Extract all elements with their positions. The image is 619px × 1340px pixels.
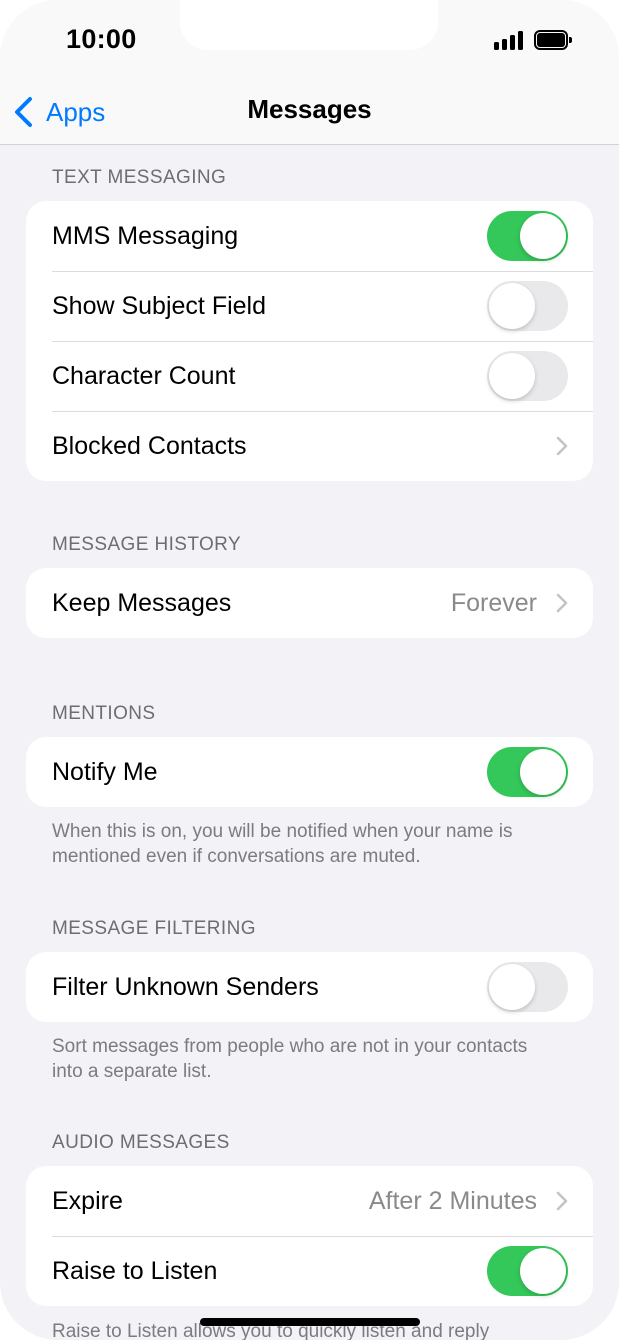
group-message-filtering: Filter Unknown Senders	[26, 952, 593, 1022]
section-header-message-filtering: MESSAGE FILTERING	[52, 918, 256, 939]
row-character-count: Character Count	[26, 341, 593, 411]
row-label: Filter Unknown Senders	[52, 972, 319, 1001]
chevron-right-icon	[556, 436, 568, 456]
section-footer-message-filtering: Sort messages from people who are not in…	[52, 1036, 528, 1082]
group-mentions: Notify Me	[26, 737, 593, 807]
section-header-mentions: MENTIONS	[52, 703, 156, 724]
navigation-bar: Apps Messages	[0, 80, 619, 145]
character-count-toggle[interactable]	[487, 351, 568, 401]
row-value: Forever	[450, 588, 537, 617]
notify-me-toggle[interactable]	[487, 747, 568, 797]
row-expire[interactable]: Expire After 2 Minutes	[26, 1166, 593, 1236]
section-footer-mentions: When this is on, you will be notified wh…	[52, 821, 513, 867]
row-label: Expire	[52, 1186, 123, 1215]
group-audio-messages: Expire After 2 Minutes Raise to Listen	[26, 1166, 593, 1306]
home-indicator[interactable]	[200, 1318, 420, 1326]
filter-unknown-senders-toggle[interactable]	[487, 962, 568, 1012]
row-label: Character Count	[52, 361, 236, 390]
signal-icon	[494, 30, 524, 50]
device-screen: 10:00 Apps Messages TEXT MESSAGING MMS M…	[0, 0, 619, 1340]
section-header-text-messaging: TEXT MESSAGING	[52, 167, 227, 188]
show-subject-field-toggle[interactable]	[487, 281, 568, 331]
row-raise-to-listen: Raise to Listen	[26, 1236, 593, 1306]
row-label: Notify Me	[52, 757, 158, 786]
page-title: Messages	[247, 94, 372, 124]
row-notify-me: Notify Me	[26, 737, 593, 807]
row-label: Show Subject Field	[52, 291, 267, 320]
chevron-right-icon	[556, 1191, 568, 1211]
mms-messaging-toggle[interactable]	[487, 211, 568, 261]
battery-icon	[534, 30, 572, 50]
row-label: Keep Messages	[52, 588, 232, 617]
raise-to-listen-toggle[interactable]	[487, 1246, 568, 1296]
section-header-message-history: MESSAGE HISTORY	[52, 534, 242, 555]
group-text-messaging: MMS Messaging Show Subject Field Charact…	[26, 201, 593, 481]
row-show-subject-field: Show Subject Field	[26, 271, 593, 341]
status-time: 10:00	[66, 24, 137, 54]
row-filter-unknown-senders: Filter Unknown Senders	[26, 952, 593, 1022]
row-blocked-contacts[interactable]: Blocked Contacts	[26, 411, 593, 481]
chevron-right-icon	[556, 593, 568, 613]
section-header-audio-messages: AUDIO MESSAGES	[52, 1132, 230, 1153]
row-value: After 2 Minutes	[368, 1186, 537, 1215]
status-bar: 10:00	[0, 0, 619, 80]
row-label: Raise to Listen	[52, 1256, 218, 1285]
row-mms-messaging: MMS Messaging	[26, 201, 593, 271]
dynamic-island	[180, 0, 438, 50]
group-message-history: Keep Messages Forever	[26, 568, 593, 638]
row-label: Blocked Contacts	[52, 431, 247, 460]
row-label: MMS Messaging	[52, 221, 239, 250]
row-keep-messages[interactable]: Keep Messages Forever	[26, 568, 593, 638]
